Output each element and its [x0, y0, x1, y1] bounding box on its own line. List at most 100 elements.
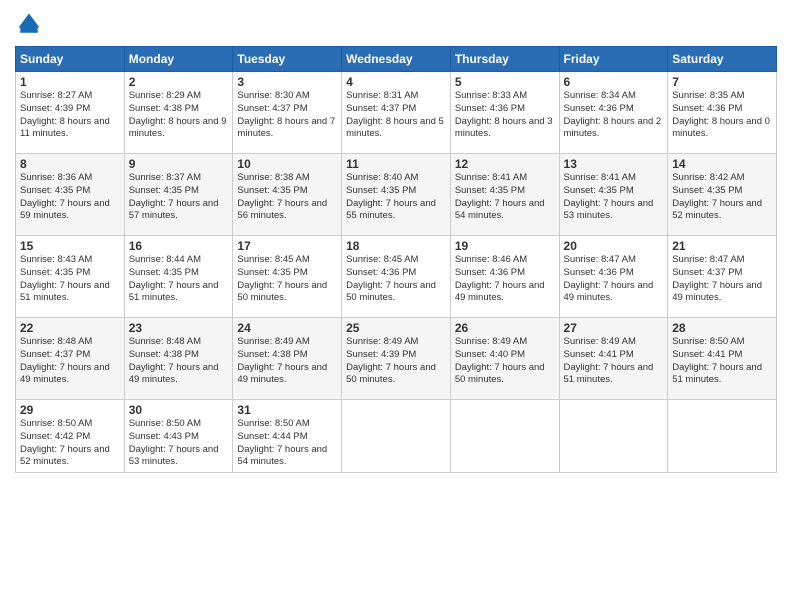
- sunset-label: Sunset: 4:39 PM: [346, 349, 416, 360]
- day-cell: 23 Sunrise: 8:48 AM Sunset: 4:38 PM Dayl…: [124, 318, 233, 400]
- sunset-label: Sunset: 4:36 PM: [564, 267, 634, 278]
- day-info: Sunrise: 8:44 AM Sunset: 4:35 PM Dayligh…: [129, 254, 229, 305]
- day-cell: 10 Sunrise: 8:38 AM Sunset: 4:35 PM Dayl…: [233, 154, 342, 236]
- sunrise-label: Sunrise: 8:29 AM: [129, 90, 201, 101]
- daylight-label: Daylight: 8 hours and 2 minutes.: [564, 116, 662, 140]
- day-cell: 24 Sunrise: 8:49 AM Sunset: 4:38 PM Dayl…: [233, 318, 342, 400]
- daylight-label: Daylight: 7 hours and 56 minutes.: [237, 198, 327, 222]
- day-cell: 1 Sunrise: 8:27 AM Sunset: 4:39 PM Dayli…: [16, 72, 125, 154]
- calendar-week: 22 Sunrise: 8:48 AM Sunset: 4:37 PM Dayl…: [16, 318, 777, 400]
- daylight-label: Daylight: 7 hours and 49 minutes.: [564, 280, 654, 304]
- day-info: Sunrise: 8:37 AM Sunset: 4:35 PM Dayligh…: [129, 172, 229, 223]
- daylight-label: Daylight: 7 hours and 50 minutes.: [455, 362, 545, 386]
- sunrise-label: Sunrise: 8:31 AM: [346, 90, 418, 101]
- day-cell: 16 Sunrise: 8:44 AM Sunset: 4:35 PM Dayl…: [124, 236, 233, 318]
- day-info: Sunrise: 8:50 AM Sunset: 4:42 PM Dayligh…: [20, 418, 120, 469]
- sunrise-label: Sunrise: 8:36 AM: [20, 172, 92, 183]
- day-cell: 11 Sunrise: 8:40 AM Sunset: 4:35 PM Dayl…: [342, 154, 451, 236]
- sunset-label: Sunset: 4:35 PM: [129, 185, 199, 196]
- day-cell: 7 Sunrise: 8:35 AM Sunset: 4:36 PM Dayli…: [668, 72, 777, 154]
- daylight-label: Daylight: 7 hours and 53 minutes.: [129, 444, 219, 468]
- day-number: 22: [20, 321, 120, 335]
- empty-cell: [450, 400, 559, 473]
- day-number: 30: [129, 403, 229, 417]
- day-info: Sunrise: 8:36 AM Sunset: 4:35 PM Dayligh…: [20, 172, 120, 223]
- daylight-label: Daylight: 7 hours and 55 minutes.: [346, 198, 436, 222]
- day-number: 23: [129, 321, 229, 335]
- sunset-label: Sunset: 4:38 PM: [129, 349, 199, 360]
- sunrise-label: Sunrise: 8:44 AM: [129, 254, 201, 265]
- day-cell: 14 Sunrise: 8:42 AM Sunset: 4:35 PM Dayl…: [668, 154, 777, 236]
- logo-icon: [15, 10, 43, 38]
- day-info: Sunrise: 8:50 AM Sunset: 4:44 PM Dayligh…: [237, 418, 337, 469]
- daylight-label: Daylight: 8 hours and 7 minutes.: [237, 116, 335, 140]
- day-info: Sunrise: 8:42 AM Sunset: 4:35 PM Dayligh…: [672, 172, 772, 223]
- sunrise-label: Sunrise: 8:45 AM: [346, 254, 418, 265]
- daylight-label: Daylight: 7 hours and 54 minutes.: [237, 444, 327, 468]
- sunrise-label: Sunrise: 8:50 AM: [672, 336, 744, 347]
- sunrise-label: Sunrise: 8:34 AM: [564, 90, 636, 101]
- calendar-header: SundayMondayTuesdayWednesdayThursdayFrid…: [16, 47, 777, 72]
- day-info: Sunrise: 8:49 AM Sunset: 4:40 PM Dayligh…: [455, 336, 555, 387]
- calendar-week: 1 Sunrise: 8:27 AM Sunset: 4:39 PM Dayli…: [16, 72, 777, 154]
- day-cell: 13 Sunrise: 8:41 AM Sunset: 4:35 PM Dayl…: [559, 154, 668, 236]
- daylight-label: Daylight: 7 hours and 54 minutes.: [455, 198, 545, 222]
- day-number: 19: [455, 239, 555, 253]
- sunset-label: Sunset: 4:36 PM: [672, 103, 742, 114]
- day-cell: 17 Sunrise: 8:45 AM Sunset: 4:35 PM Dayl…: [233, 236, 342, 318]
- sunset-label: Sunset: 4:40 PM: [455, 349, 525, 360]
- daylight-label: Daylight: 7 hours and 51 minutes.: [20, 280, 110, 304]
- sunset-label: Sunset: 4:38 PM: [129, 103, 199, 114]
- day-number: 10: [237, 157, 337, 171]
- sunset-label: Sunset: 4:43 PM: [129, 431, 199, 442]
- sunrise-label: Sunrise: 8:49 AM: [237, 336, 309, 347]
- page: SundayMondayTuesdayWednesdayThursdayFrid…: [0, 0, 792, 612]
- day-number: 31: [237, 403, 337, 417]
- day-cell: 31 Sunrise: 8:50 AM Sunset: 4:44 PM Dayl…: [233, 400, 342, 473]
- day-info: Sunrise: 8:27 AM Sunset: 4:39 PM Dayligh…: [20, 90, 120, 141]
- weekday-header: Monday: [124, 47, 233, 72]
- day-cell: 25 Sunrise: 8:49 AM Sunset: 4:39 PM Dayl…: [342, 318, 451, 400]
- sunrise-label: Sunrise: 8:37 AM: [129, 172, 201, 183]
- weekday-header: Saturday: [668, 47, 777, 72]
- empty-cell: [559, 400, 668, 473]
- day-cell: 12 Sunrise: 8:41 AM Sunset: 4:35 PM Dayl…: [450, 154, 559, 236]
- empty-cell: [342, 400, 451, 473]
- daylight-label: Daylight: 7 hours and 51 minutes.: [564, 362, 654, 386]
- day-info: Sunrise: 8:41 AM Sunset: 4:35 PM Dayligh…: [455, 172, 555, 223]
- day-cell: 18 Sunrise: 8:45 AM Sunset: 4:36 PM Dayl…: [342, 236, 451, 318]
- sunrise-label: Sunrise: 8:49 AM: [346, 336, 418, 347]
- sunset-label: Sunset: 4:35 PM: [237, 267, 307, 278]
- header: [15, 10, 777, 38]
- sunset-label: Sunset: 4:35 PM: [129, 267, 199, 278]
- sunset-label: Sunset: 4:35 PM: [672, 185, 742, 196]
- sunset-label: Sunset: 4:36 PM: [455, 103, 525, 114]
- day-info: Sunrise: 8:35 AM Sunset: 4:36 PM Dayligh…: [672, 90, 772, 141]
- day-number: 26: [455, 321, 555, 335]
- day-number: 29: [20, 403, 120, 417]
- day-cell: 26 Sunrise: 8:49 AM Sunset: 4:40 PM Dayl…: [450, 318, 559, 400]
- daylight-label: Daylight: 8 hours and 11 minutes.: [20, 116, 110, 140]
- daylight-label: Daylight: 7 hours and 50 minutes.: [346, 280, 436, 304]
- day-info: Sunrise: 8:38 AM Sunset: 4:35 PM Dayligh…: [237, 172, 337, 223]
- day-cell: 28 Sunrise: 8:50 AM Sunset: 4:41 PM Dayl…: [668, 318, 777, 400]
- day-number: 16: [129, 239, 229, 253]
- sunrise-label: Sunrise: 8:49 AM: [455, 336, 527, 347]
- daylight-label: Daylight: 7 hours and 49 minutes.: [672, 280, 762, 304]
- sunrise-label: Sunrise: 8:50 AM: [237, 418, 309, 429]
- day-number: 13: [564, 157, 664, 171]
- calendar: SundayMondayTuesdayWednesdayThursdayFrid…: [15, 46, 777, 473]
- daylight-label: Daylight: 7 hours and 49 minutes.: [129, 362, 219, 386]
- day-number: 4: [346, 75, 446, 89]
- sunrise-label: Sunrise: 8:49 AM: [564, 336, 636, 347]
- weekday-header: Friday: [559, 47, 668, 72]
- day-cell: 20 Sunrise: 8:47 AM Sunset: 4:36 PM Dayl…: [559, 236, 668, 318]
- sunset-label: Sunset: 4:37 PM: [672, 267, 742, 278]
- sunset-label: Sunset: 4:41 PM: [564, 349, 634, 360]
- day-info: Sunrise: 8:30 AM Sunset: 4:37 PM Dayligh…: [237, 90, 337, 141]
- day-number: 21: [672, 239, 772, 253]
- day-number: 7: [672, 75, 772, 89]
- sunrise-label: Sunrise: 8:50 AM: [20, 418, 92, 429]
- daylight-label: Daylight: 7 hours and 53 minutes.: [564, 198, 654, 222]
- day-cell: 5 Sunrise: 8:33 AM Sunset: 4:36 PM Dayli…: [450, 72, 559, 154]
